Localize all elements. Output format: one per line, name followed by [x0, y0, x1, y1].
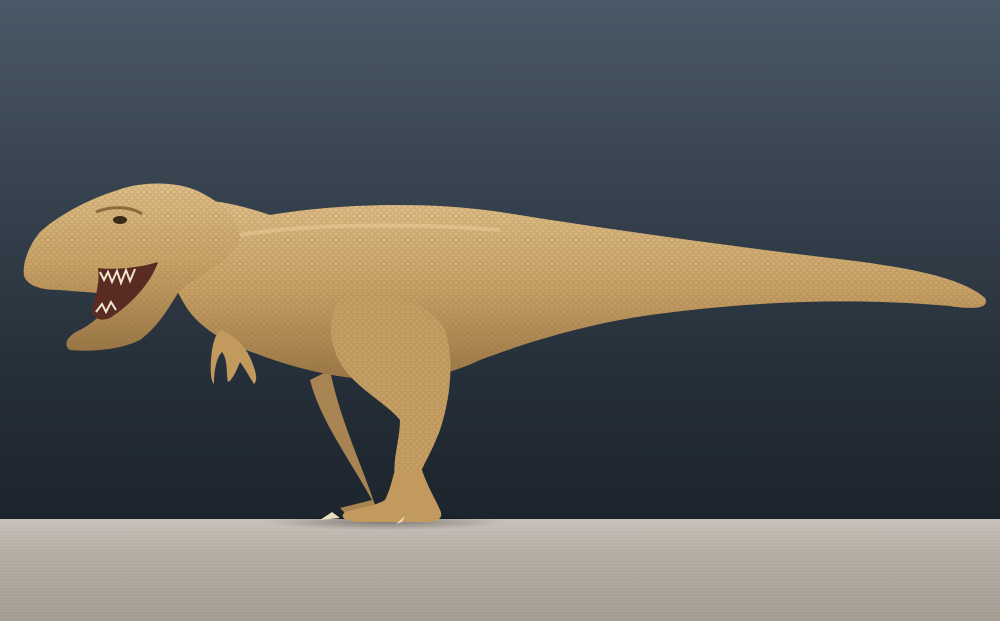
near-foot — [342, 470, 442, 522]
render-scene — [0, 0, 1000, 621]
tyrannosaurus-icon — [23, 183, 986, 530]
eye — [113, 216, 127, 224]
